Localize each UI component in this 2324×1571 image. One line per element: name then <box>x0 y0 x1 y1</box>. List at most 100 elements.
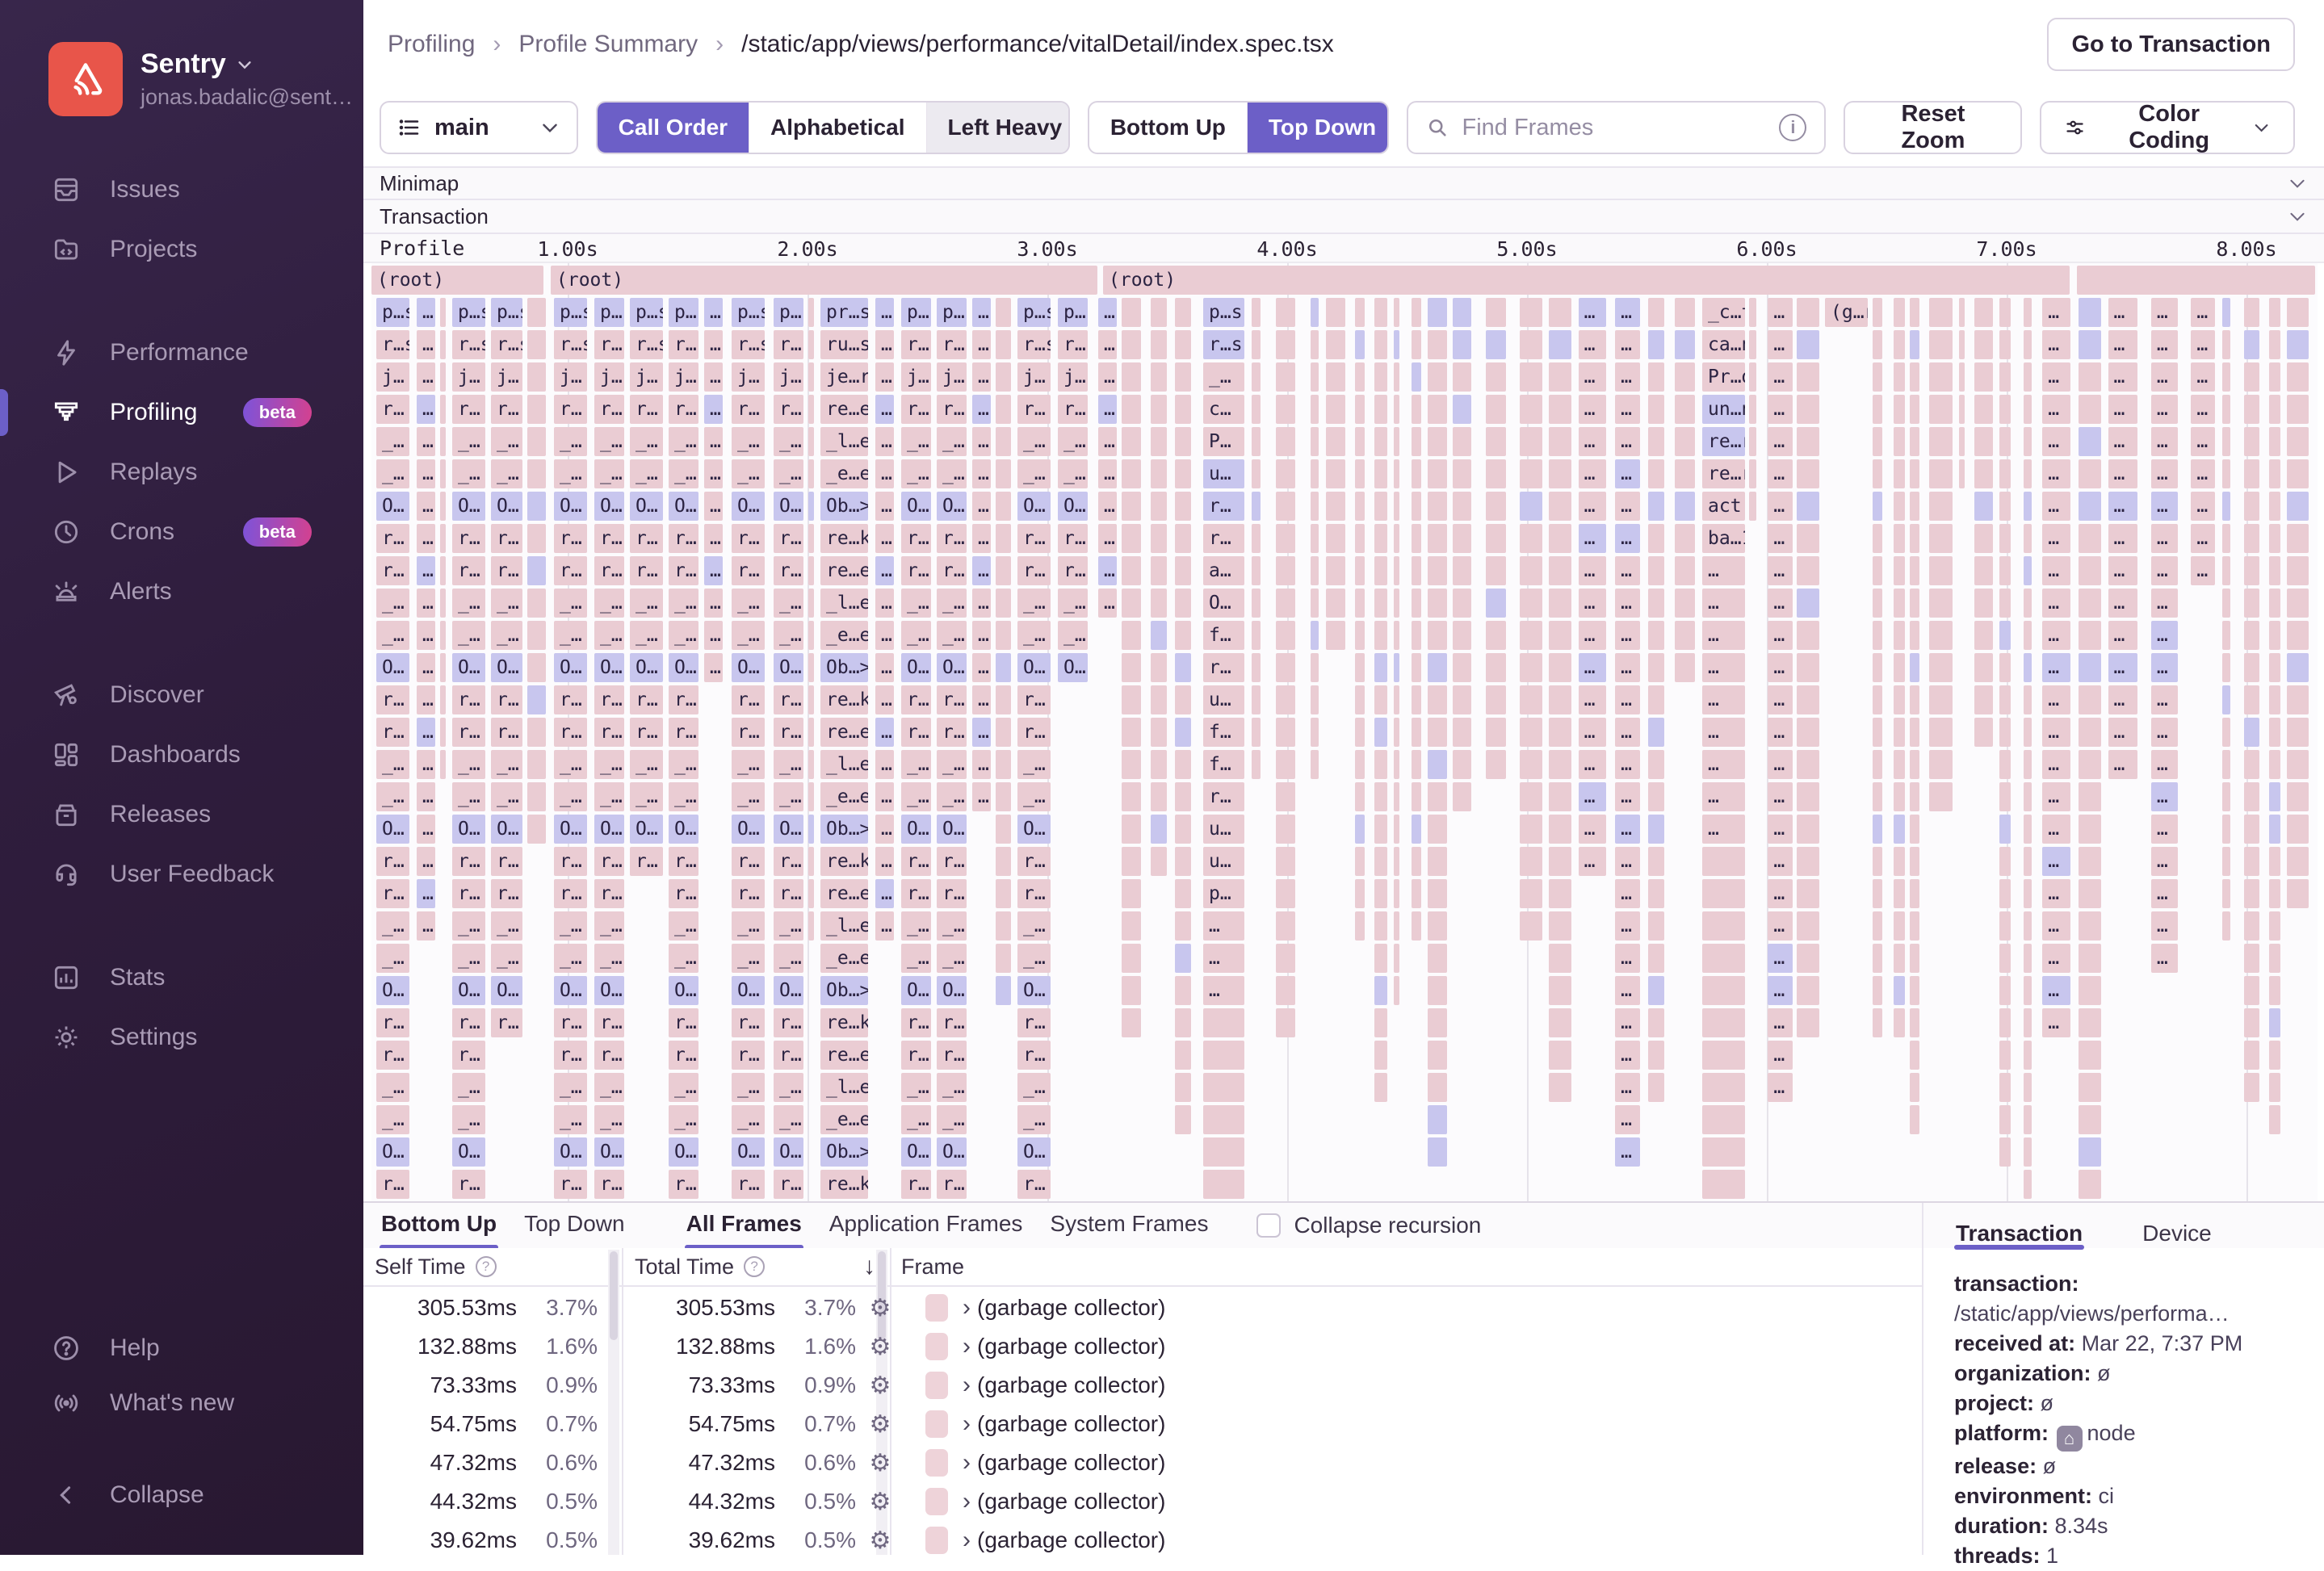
flame-cell[interactable] <box>1276 362 1296 392</box>
flame-cell[interactable] <box>1326 524 1345 553</box>
flame-cell[interactable] <box>996 815 1011 844</box>
flame-cell[interactable] <box>1326 395 1345 424</box>
flame-cell[interactable] <box>1486 718 1506 747</box>
flame-cell[interactable]: _… <box>901 944 931 973</box>
flame-cell[interactable] <box>527 589 546 618</box>
flame-cell[interactable] <box>1175 589 1191 618</box>
flame-cell[interactable]: r…s <box>630 330 663 359</box>
flame-cell[interactable] <box>2079 815 2101 844</box>
flame-cell[interactable] <box>1374 524 1387 553</box>
flame-cell[interactable] <box>1648 1041 1664 1070</box>
flame-cell[interactable] <box>2287 782 2309 811</box>
flame-cell[interactable]: … <box>417 685 435 714</box>
flame-cell[interactable]: … <box>875 685 894 714</box>
flame-cell[interactable]: … <box>417 815 435 844</box>
flame-cell[interactable] <box>1520 589 1542 618</box>
flame-cell[interactable] <box>1520 847 1542 876</box>
flame-cell[interactable]: _… <box>376 427 409 456</box>
flame-cell[interactable] <box>1252 750 1261 779</box>
flame-cell[interactable] <box>2222 653 2231 682</box>
flame-cell[interactable]: r… <box>1203 492 1244 521</box>
flame-cell[interactable]: O… <box>937 815 967 844</box>
flame-cell[interactable] <box>1175 362 1191 392</box>
flame-cell[interactable] <box>1999 621 2011 650</box>
flame-cell[interactable] <box>1648 1073 1664 1102</box>
flame-cell[interactable] <box>996 556 1011 585</box>
flame-cell[interactable]: _… <box>669 750 698 779</box>
flame-cell[interactable] <box>1894 976 1905 1005</box>
flame-cell[interactable] <box>996 879 1011 908</box>
flame-cell[interactable]: r… <box>774 685 803 714</box>
flame-cell[interactable]: r… <box>594 395 624 424</box>
flame-cell[interactable] <box>1175 685 1191 714</box>
flame-cell[interactable] <box>1252 589 1261 618</box>
flame-cell[interactable] <box>1326 589 1345 618</box>
flame-cell[interactable] <box>1797 750 1819 779</box>
flame-cell[interactable] <box>808 718 814 747</box>
flame-cell[interactable]: … <box>1615 1137 1640 1167</box>
flame-cell[interactable]: r… <box>376 1041 409 1070</box>
flame-cell[interactable]: … <box>972 298 991 327</box>
flame-cell[interactable] <box>2079 459 2101 488</box>
flame-cell[interactable] <box>1974 718 1993 747</box>
flame-cell[interactable] <box>1999 1073 2011 1102</box>
flame-cell[interactable] <box>527 750 546 779</box>
flame-cell[interactable] <box>1702 1137 1745 1167</box>
flame-cell[interactable] <box>1175 944 1191 973</box>
flame-cell[interactable]: r… <box>376 685 409 714</box>
flame-cell[interactable]: _… <box>554 459 587 488</box>
flame-cell[interactable]: _… <box>774 1105 803 1134</box>
flame-cell[interactable] <box>1412 395 1421 424</box>
flame-cell[interactable] <box>1374 1041 1387 1070</box>
flame-cell[interactable] <box>1311 718 1319 747</box>
sort-descending-icon[interactable]: ↓ <box>863 1253 875 1280</box>
flame-cell[interactable] <box>1151 621 1167 650</box>
flame-cell[interactable] <box>2024 782 2032 811</box>
flame-cell[interactable] <box>1428 976 1447 1005</box>
flame-cell[interactable] <box>1374 556 1387 585</box>
flame-cell[interactable] <box>808 492 814 521</box>
flame-cell[interactable]: … <box>704 459 723 488</box>
sidebar-item-crons[interactable]: Crons beta <box>0 502 363 562</box>
flame-cell[interactable] <box>1648 330 1664 359</box>
flame-cell[interactable] <box>1520 653 1542 682</box>
flame-cell[interactable] <box>996 653 1011 682</box>
frame-settings-gear-icon[interactable]: ⚙ <box>856 1372 904 1400</box>
flame-cell[interactable] <box>1873 362 1882 392</box>
flame-cell[interactable]: O… <box>774 653 803 682</box>
flame-cell[interactable] <box>1394 330 1399 359</box>
flame-cell[interactable] <box>1929 685 1953 714</box>
flame-cell[interactable] <box>1412 427 1421 456</box>
frame-table-row[interactable]: 47.32ms0.6%47.32ms0.6%⚙›(garbage collect… <box>363 1443 1922 1482</box>
flame-cell[interactable]: _… <box>732 427 765 456</box>
flame-cell[interactable]: … <box>2191 298 2215 327</box>
flame-cell[interactable]: … <box>2191 459 2215 488</box>
flame-cell[interactable] <box>1648 427 1664 456</box>
flame-cell[interactable] <box>1894 750 1905 779</box>
flame-cell[interactable] <box>1151 298 1167 327</box>
flame-cell[interactable]: _… <box>554 782 587 811</box>
flame-cell[interactable]: _… <box>937 621 967 650</box>
flame-cell[interactable]: … <box>417 362 435 392</box>
flame-cell[interactable]: ba…1 <box>1702 524 1745 553</box>
flame-cell[interactable]: … <box>1768 685 1792 714</box>
expand-chevron-icon[interactable]: › <box>963 1333 971 1360</box>
flame-cell[interactable] <box>1412 685 1421 714</box>
flame-cell[interactable] <box>1374 718 1387 747</box>
flame-cell[interactable]: _… <box>594 459 624 488</box>
flame-cell[interactable] <box>1276 911 1296 941</box>
flame-cell[interactable] <box>2269 1073 2280 1102</box>
flame-cell[interactable] <box>440 621 446 650</box>
flame-cell[interactable] <box>1974 395 1993 424</box>
flame-cell[interactable] <box>808 621 814 650</box>
flame-cell[interactable]: … <box>1768 1041 1792 1070</box>
flame-cell[interactable] <box>1894 653 1905 682</box>
flame-cell[interactable] <box>440 362 446 392</box>
flame-cell[interactable] <box>1175 556 1191 585</box>
flame-cell[interactable]: … <box>1702 556 1745 585</box>
flame-cell[interactable] <box>1122 330 1141 359</box>
flame-cell[interactable] <box>2024 362 2032 392</box>
expand-chevron-icon[interactable]: › <box>963 1527 971 1554</box>
flame-cell[interactable]: … <box>1579 847 1606 876</box>
flame-cell[interactable]: u… <box>1203 847 1244 876</box>
